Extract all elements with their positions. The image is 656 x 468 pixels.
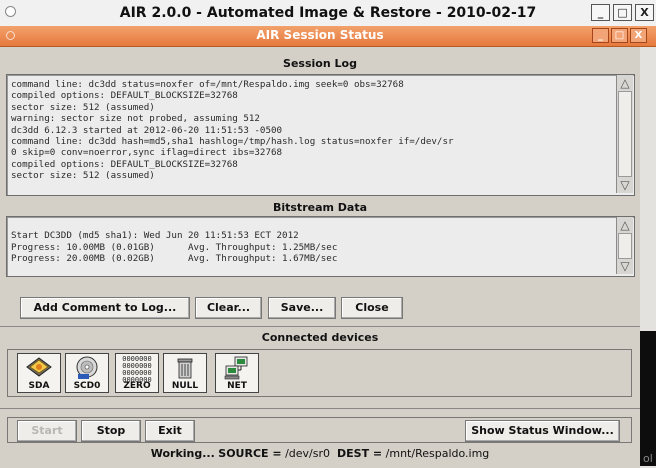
scroll-thumb[interactable]	[618, 233, 632, 259]
devices-panel: SDA SCD0 0000000 0000000 0000000 0000000	[7, 349, 632, 397]
session-log-textarea[interactable]: command line: dc3dd status=noxfer of=/mn…	[6, 74, 635, 196]
close-button[interactable]: X	[635, 4, 654, 21]
device-label: SDA	[28, 381, 50, 391]
device-label: NULL	[171, 381, 199, 391]
bitstream-data-textarea[interactable]: Start DC3DD (md5 sha1): Wed Jun 20 11:51…	[6, 216, 635, 277]
scroll-thumb[interactable]	[618, 91, 632, 177]
status-source-label: SOURCE =	[218, 447, 282, 460]
add-comment-button[interactable]: Add Comment to Log...	[20, 297, 190, 319]
device-scd0[interactable]: SCD0	[65, 353, 109, 393]
scroll-up-icon[interactable]: △	[618, 76, 632, 90]
maximize-button[interactable]: □	[613, 4, 632, 21]
network-computers-icon	[224, 356, 248, 380]
hard-disk-icon	[26, 357, 52, 377]
session-log-text: command line: dc3dd status=noxfer of=/mn…	[11, 79, 630, 182]
session-minimize-button[interactable]: _	[592, 28, 609, 43]
log-line: dc3dd 6.12.3 started at 2012-06-20 11:51…	[11, 124, 283, 136]
start-button[interactable]: Start	[17, 420, 77, 442]
log-line: Progress: 20.00MB (0.02GB) Avg. Throughp…	[11, 253, 338, 265]
optical-disc-icon	[76, 356, 98, 379]
log-line: warning: sector size not probed, assumin…	[11, 113, 260, 125]
outer-window: AIR 2.0.0 - Automated Image & Restore - …	[0, 0, 656, 468]
scroll-up-icon[interactable]: △	[618, 218, 632, 232]
connected-devices-heading: Connected devices	[261, 331, 379, 344]
session-close-button[interactable]: X	[630, 28, 647, 43]
device-sda[interactable]: SDA	[17, 353, 61, 393]
session-maximize-button[interactable]: □	[611, 28, 628, 43]
background-window-text: ol	[643, 452, 653, 465]
device-null[interactable]: NULL	[163, 353, 207, 393]
log-line: sector size: 512 (assumed)	[11, 170, 155, 182]
close-log-button[interactable]: Close	[341, 297, 403, 319]
log-line: 0 skip=0 conv=noerror,sync iflag=direct …	[11, 147, 283, 159]
session-status-window: AIR Session Status _ □ X Session Log com…	[0, 26, 656, 468]
trash-can-icon	[177, 358, 193, 379]
session-log-heading: Session Log	[283, 57, 357, 70]
exit-button[interactable]: Exit	[145, 420, 195, 442]
separator	[0, 408, 640, 409]
session-titlebar[interactable]: AIR Session Status _ □ X	[0, 26, 656, 47]
session-log-scrollbar[interactable]: △ ▽	[616, 75, 633, 193]
clear-log-button[interactable]: Clear...	[195, 297, 262, 319]
log-line: Progress: 10.00MB (0.01GB) Avg. Throughp…	[11, 241, 338, 253]
status-working: Working...	[150, 447, 215, 460]
device-net[interactable]: NET	[215, 353, 259, 393]
device-zero[interactable]: 0000000 0000000 0000000 0000000 ZERO	[115, 353, 159, 393]
log-line: Start DC3DD (md5 sha1): Wed Jun 20 11:51…	[11, 230, 299, 242]
scroll-down-icon[interactable]: ▽	[618, 178, 632, 192]
background-window-edge: ol	[640, 26, 656, 468]
log-line: command line: dc3dd status=noxfer of=/mn…	[11, 79, 404, 90]
device-label: ZERO	[123, 381, 151, 391]
status-source-value: /dev/sr0	[285, 447, 331, 460]
device-label: NET	[227, 381, 247, 391]
bitstream-data-text: Start DC3DD (md5 sha1): Wed Jun 20 11:51…	[11, 219, 630, 265]
status-bar: Working... SOURCE = /dev/sr0 DEST = /mnt…	[0, 447, 640, 460]
outer-window-title: AIR 2.0.0 - Automated Image & Restore - …	[119, 5, 537, 21]
stop-button[interactable]: Stop	[81, 420, 141, 442]
status-dest-value: /mnt/Respaldo.img	[385, 447, 490, 460]
log-line: compiled options: DEFAULT_BLOCKSIZE=3276…	[11, 158, 238, 170]
show-status-window-button[interactable]: Show Status Window...	[465, 420, 620, 442]
bitstream-data-heading: Bitstream Data	[272, 201, 368, 214]
minimize-button[interactable]: _	[591, 4, 610, 21]
log-line: command line: dc3dd hash=md5,sha1 hashlo…	[11, 136, 454, 148]
desktop-background	[640, 331, 656, 466]
outer-titlebar[interactable]: AIR 2.0.0 - Automated Image & Restore - …	[0, 0, 656, 27]
device-label: SCD0	[73, 381, 101, 391]
bitstream-scrollbar[interactable]: △ ▽	[616, 217, 633, 274]
zeros-pattern-icon: 0000000 0000000 0000000 0000000	[119, 356, 155, 384]
scroll-down-icon[interactable]: ▽	[618, 259, 632, 273]
log-line: sector size: 512 (assumed)	[11, 101, 155, 113]
session-window-title: AIR Session Status	[256, 28, 384, 42]
log-line: compiled options: DEFAULT_BLOCKSIZE=3276…	[11, 90, 238, 102]
separator	[0, 326, 640, 327]
save-log-button[interactable]: Save...	[268, 297, 336, 319]
status-dest-label: DEST =	[337, 447, 383, 460]
